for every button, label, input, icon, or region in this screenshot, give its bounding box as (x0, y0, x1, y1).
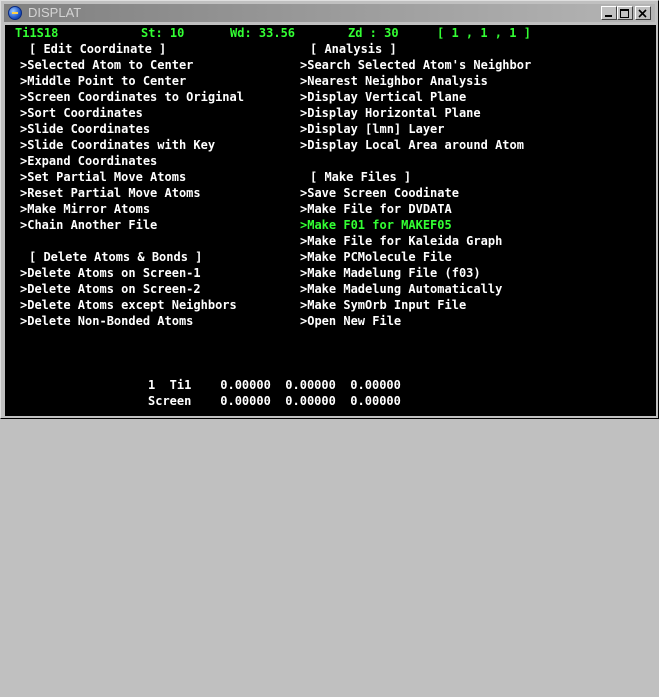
delete-atoms-header: [ Delete Atoms & Bonds ] (29, 250, 203, 264)
status-structure-name: Ti1S18 (15, 26, 59, 40)
menu-item[interactable]: >Slide Coordinates with Key (20, 137, 215, 153)
close-icon (638, 9, 647, 18)
menu-item[interactable]: >Sort Coordinates (20, 105, 143, 121)
analysis-header: [ Analysis ] (310, 42, 397, 56)
status-wd: Wd: 33.56 (230, 26, 296, 40)
menu-item[interactable]: >Make SymOrb Input File (300, 297, 466, 313)
menu-item[interactable]: >Middle Point to Center (20, 73, 186, 89)
menu-item[interactable]: >Search Selected Atom's Neighbor (300, 57, 531, 73)
menu-item[interactable]: >Delete Non-Bonded Atoms (20, 313, 193, 329)
menu-item[interactable]: >Display Local Area around Atom (300, 137, 524, 153)
status-index: [ 1 , 1 , 1 ] (437, 26, 531, 40)
close-button[interactable] (635, 6, 651, 20)
menu-item[interactable]: >Delete Atoms except Neighbors (20, 297, 237, 313)
menu-item[interactable]: >Display Horizontal Plane (300, 105, 481, 121)
menu-item-selected[interactable]: >Make F01 for MAKEF05 (300, 217, 452, 233)
window-title: DISPLAT (28, 5, 82, 20)
status-st: St: 10 (141, 26, 185, 40)
menu-item[interactable]: >Expand Coordinates (20, 153, 157, 169)
menu-item[interactable]: >Delete Atoms on Screen-2 (20, 281, 201, 297)
menu-item[interactable]: >Selected Atom to Center (20, 57, 193, 73)
menu-item[interactable]: >Chain Another File (20, 217, 157, 233)
minimize-icon (605, 15, 612, 17)
menu-item[interactable]: >Make File for DVDATA (300, 201, 452, 217)
menu-item[interactable]: >Screen Coordinates to Original (20, 89, 244, 105)
title-bar[interactable]: DISPLAT (4, 4, 655, 22)
menu-item[interactable]: >Set Partial Move Atoms (20, 169, 186, 185)
menu-item[interactable]: >Make Madelung Automatically (300, 281, 502, 297)
menu-item[interactable]: >Delete Atoms on Screen-1 (20, 265, 201, 281)
atom-app-icon[interactable] (8, 6, 22, 20)
atom-coordinate-row: 1 Ti1 0.00000 0.00000 0.00000 (148, 378, 401, 392)
console-area[interactable]: Ti1S18 St: 10 Wd: 33.56 Zd : 30 [ 1 , 1 … (5, 25, 656, 416)
menu-item[interactable]: >Make Madelung File (f03) (300, 265, 481, 281)
menu-item[interactable]: >Make Mirror Atoms (20, 201, 150, 217)
menu-item[interactable]: >Make PCMolecule File (300, 249, 452, 265)
menu-item[interactable]: >Slide Coordinates (20, 121, 150, 137)
edit-coordinate-header: [ Edit Coordinate ] (29, 42, 167, 56)
screen-coordinate-row: Screen 0.00000 0.00000 0.00000 (148, 394, 401, 408)
make-files-header: [ Make Files ] (310, 170, 412, 184)
menu-item[interactable]: >Nearest Neighbor Analysis (300, 73, 488, 89)
menu-item[interactable]: >Make File for Kaleida Graph (300, 233, 502, 249)
menu-item[interactable]: >Open New File (300, 313, 401, 329)
app-window: DISPLAT Ti1S18 St: 10 Wd: 33.56 Zd : 30 … (0, 0, 659, 419)
menu-item[interactable]: >Save Screen Coodinate (300, 185, 459, 201)
menu-item[interactable]: >Display Vertical Plane (300, 89, 466, 105)
menu-item[interactable]: >Display [lmn] Layer (300, 121, 445, 137)
menu-item[interactable]: >Reset Partial Move Atoms (20, 185, 201, 201)
maximize-icon (620, 9, 629, 18)
minimize-button[interactable] (601, 6, 617, 20)
status-zd: Zd : 30 (348, 26, 399, 40)
maximize-button[interactable] (617, 6, 633, 20)
